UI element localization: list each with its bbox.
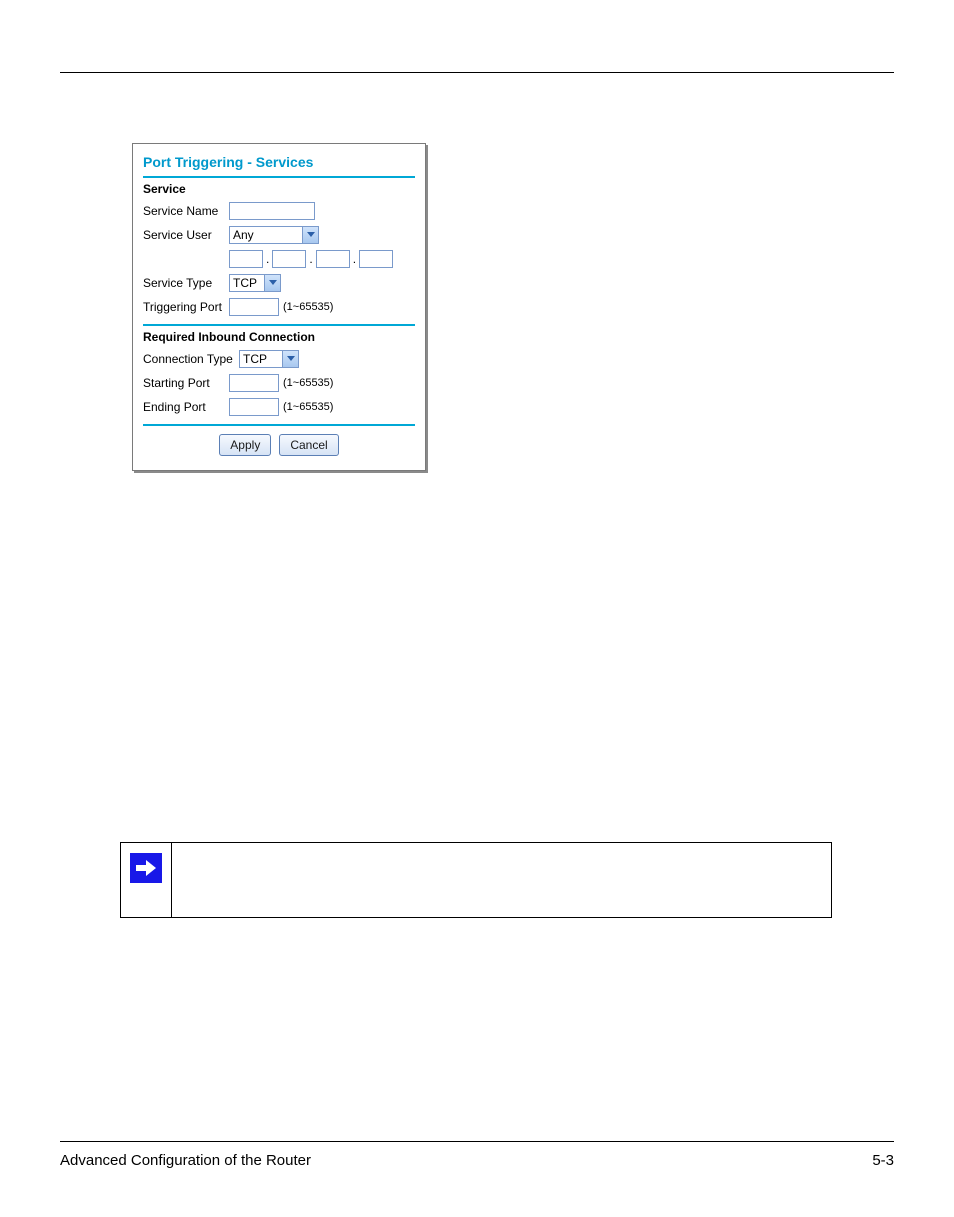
top-rule bbox=[60, 72, 894, 73]
footer-rule bbox=[60, 1141, 894, 1142]
connection-type-value: TCP bbox=[243, 352, 282, 366]
note-icon-cell bbox=[121, 843, 172, 917]
service-type-label: Service Type bbox=[143, 276, 229, 290]
starting-port-label: Starting Port bbox=[143, 376, 229, 390]
ip-address-row: . . . bbox=[229, 248, 415, 270]
starting-port-input[interactable] bbox=[229, 374, 279, 392]
ip-dot: . bbox=[353, 252, 356, 266]
footer-right: 5-3 bbox=[872, 1152, 894, 1169]
separator bbox=[143, 324, 415, 326]
chevron-down-icon bbox=[302, 227, 318, 243]
service-name-input[interactable] bbox=[229, 202, 315, 220]
apply-button[interactable]: Apply bbox=[219, 434, 271, 456]
ip-octet-2-input[interactable] bbox=[272, 250, 306, 268]
connection-type-select[interactable]: TCP bbox=[239, 350, 299, 368]
separator bbox=[143, 424, 415, 426]
triggering-port-hint: (1~65535) bbox=[283, 301, 333, 313]
footer-left: Advanced Configuration of the Router bbox=[60, 1152, 311, 1169]
chevron-down-icon bbox=[264, 275, 280, 291]
service-user-value: Any bbox=[233, 228, 302, 242]
ip-octet-3-input[interactable] bbox=[316, 250, 350, 268]
ip-dot: . bbox=[266, 252, 269, 266]
service-user-label: Service User bbox=[143, 228, 229, 242]
starting-port-hint: (1~65535) bbox=[283, 377, 333, 389]
service-type-select[interactable]: TCP bbox=[229, 274, 281, 292]
note-box bbox=[120, 842, 832, 918]
arrow-right-icon bbox=[130, 853, 162, 883]
ip-octet-4-input[interactable] bbox=[359, 250, 393, 268]
ending-port-label: Ending Port bbox=[143, 400, 229, 414]
triggering-port-label: Triggering Port bbox=[143, 300, 229, 314]
ending-port-hint: (1~65535) bbox=[283, 401, 333, 413]
ip-dot: . bbox=[309, 252, 312, 266]
ending-port-input[interactable] bbox=[229, 398, 279, 416]
inbound-heading: Required Inbound Connection bbox=[143, 330, 415, 344]
cancel-button[interactable]: Cancel bbox=[279, 434, 338, 456]
ip-octet-1-input[interactable] bbox=[229, 250, 263, 268]
chevron-down-icon bbox=[282, 351, 298, 367]
note-body bbox=[172, 843, 831, 917]
service-name-label: Service Name bbox=[143, 204, 229, 218]
separator bbox=[143, 176, 415, 178]
service-user-select[interactable]: Any bbox=[229, 226, 319, 244]
triggering-port-input[interactable] bbox=[229, 298, 279, 316]
service-type-value: TCP bbox=[233, 276, 264, 290]
connection-type-label: Connection Type bbox=[143, 352, 239, 366]
panel-title: Port Triggering - Services bbox=[143, 154, 415, 170]
config-screenshot: Port Triggering - Services Service Servi… bbox=[132, 143, 426, 471]
service-heading: Service bbox=[143, 182, 415, 196]
